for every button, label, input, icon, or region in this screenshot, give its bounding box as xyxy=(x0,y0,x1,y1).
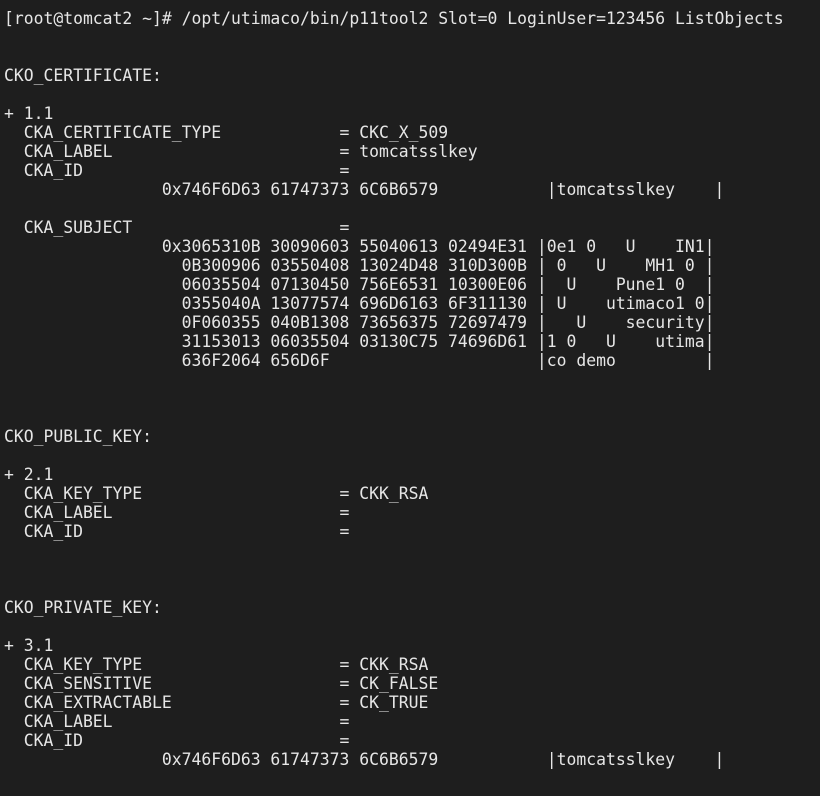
hex-dump-line: 0B300906 03550408 13024D48 310D300B | 0 … xyxy=(4,256,715,275)
attribute-line: CKA_LABEL = xyxy=(4,503,350,522)
hex-dump-line: 0x3065310B 30090603 55040613 02494E31 |0… xyxy=(4,237,715,256)
attribute-line: CKA_KEY_TYPE = CKK_RSA xyxy=(4,484,429,503)
hex-dump-line: 636F2064 656D6F |co demo | xyxy=(4,351,715,370)
attribute-line: CKA_EXTRACTABLE = CK_TRUE xyxy=(4,693,429,712)
hex-dump-line: 0F060355 040B1308 73656375 72697479 | U … xyxy=(4,313,715,332)
attribute-line: CKA_SUBJECT = xyxy=(4,218,350,237)
object-index-line: + 1.1 xyxy=(4,104,54,123)
object-index-line: + 3.1 xyxy=(4,636,54,655)
attribute-line: CKA_ID = xyxy=(4,731,350,750)
hex-dump-line: 0355040A 13077574 696D6163 6F311130 | U … xyxy=(4,294,715,313)
object-index-line: + 2.1 xyxy=(4,465,54,484)
attribute-line: CKA_LABEL = xyxy=(4,712,350,731)
section-header-certificate: CKO_CERTIFICATE: xyxy=(4,66,162,85)
section-header-private-key: CKO_PRIVATE_KEY: xyxy=(4,598,162,617)
prompt-command-line: [root@tomcat2 ~]# /opt/utimaco/bin/p11to… xyxy=(4,9,784,28)
section-header-public-key: CKO_PUBLIC_KEY: xyxy=(4,427,153,446)
attribute-line: CKA_CERTIFICATE_TYPE = CKC_X_509 xyxy=(4,123,449,142)
attribute-line: CKA_SENSITIVE = CK_FALSE xyxy=(4,674,439,693)
hex-dump-line: 31153013 06035504 03130C75 74696D61 |1 0… xyxy=(4,332,715,351)
hex-dump-line: 0x746F6D63 61747373 6C6B6579 |tomcatsslk… xyxy=(4,180,725,199)
attribute-line: CKA_LABEL = tomcatsslkey xyxy=(4,142,478,161)
attribute-line: CKA_KEY_TYPE = CKK_RSA xyxy=(4,655,429,674)
hex-dump-line: 0x746F6D63 61747373 6C6B6579 |tomcatsslk… xyxy=(4,750,725,769)
terminal-window[interactable]: [root@tomcat2 ~]# /opt/utimaco/bin/p11to… xyxy=(0,0,820,796)
hex-dump-line: 06035504 07130450 756E6531 10300E06 | U … xyxy=(4,275,715,294)
attribute-line: CKA_ID = xyxy=(4,522,350,541)
attribute-line: CKA_ID = xyxy=(4,161,350,180)
